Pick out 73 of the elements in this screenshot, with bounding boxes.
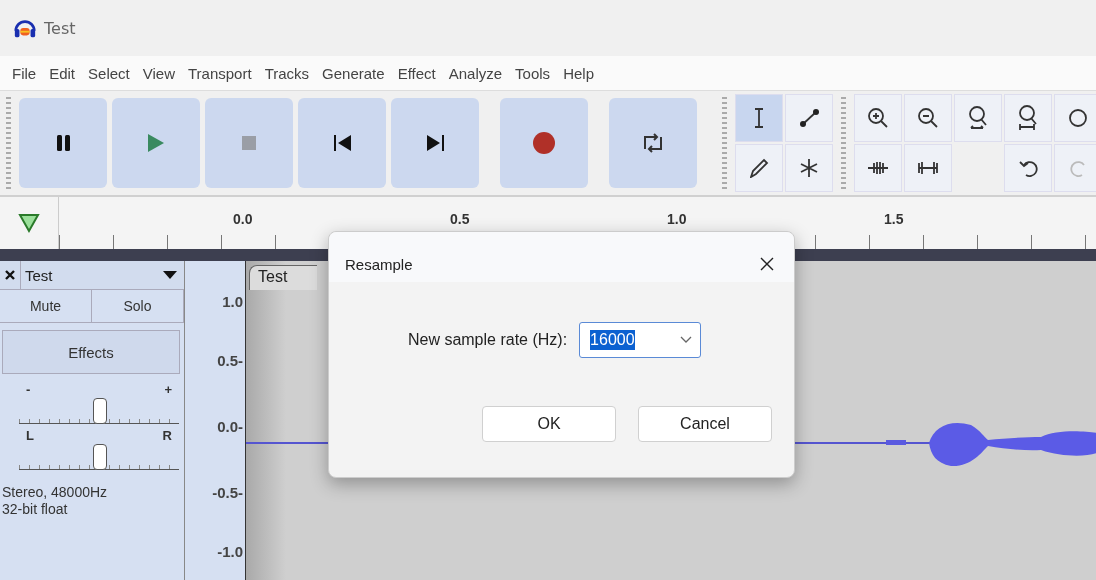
scale-label: 0.5- [217, 351, 244, 371]
cancel-button[interactable]: Cancel [638, 406, 772, 442]
dropdown-icon [162, 270, 178, 280]
i-beam-icon [754, 108, 764, 128]
tool-button[interactable] [854, 94, 902, 142]
pencil-icon [749, 158, 769, 178]
menu-item[interactable]: Help [563, 64, 594, 82]
tool-button[interactable] [785, 94, 833, 142]
fit-project-icon [1019, 105, 1037, 131]
scale-label: 0.0- [217, 418, 244, 438]
tool-button[interactable] [735, 94, 783, 142]
trim-icon [867, 161, 889, 175]
menu-item[interactable]: Tracks [264, 64, 310, 82]
redo-icon [1070, 159, 1086, 177]
ok-button[interactable]: OK [482, 406, 616, 442]
stop-icon [242, 136, 256, 150]
slider-max-label: R [162, 428, 172, 443]
ruler-label: 0.0 [233, 210, 254, 229]
record-icon [533, 132, 555, 154]
silence-icon [918, 161, 938, 175]
menu-item[interactable]: Analyze [448, 64, 503, 82]
effects-button[interactable]: Effects [2, 330, 180, 374]
ruler-label: 0.5 [450, 210, 471, 229]
track-info: Stereo, 48000Hz [1, 483, 109, 501]
undo-icon [1018, 159, 1038, 177]
menu-item[interactable]: Transport [188, 64, 252, 82]
pause-icon [56, 135, 70, 151]
tool-button[interactable] [1054, 94, 1096, 142]
window-title: Test [44, 18, 76, 38]
tool-button[interactable] [735, 144, 783, 192]
slider-thumb[interactable] [93, 398, 107, 424]
zoom-out-icon [918, 108, 938, 128]
pause-button[interactable] [19, 98, 107, 188]
field-label: New sample rate (Hz): [407, 331, 568, 349]
ruler-label: 1.5 [884, 210, 905, 229]
slider-min-label: L [26, 428, 34, 443]
skip-to-start-icon [333, 135, 351, 151]
menu-item[interactable]: File [12, 64, 37, 82]
clip-name: Test [249, 265, 318, 290]
menu-item[interactable]: Edit [49, 64, 76, 82]
tool-button[interactable] [854, 144, 902, 192]
slider-min-label: - [26, 382, 31, 397]
track-info: 32-bit float [1, 501, 69, 518]
tool-button[interactable] [1004, 94, 1052, 142]
tool-button[interactable] [954, 94, 1002, 142]
tool-button[interactable] [785, 144, 833, 192]
tool-button[interactable] [904, 94, 952, 142]
asterisk-icon [800, 158, 818, 178]
tool-button[interactable] [1004, 144, 1052, 192]
skip-start-button[interactable] [298, 98, 386, 188]
skip-to-end-icon [426, 135, 444, 151]
zoom-toggle-icon [1069, 109, 1087, 127]
menu-item[interactable]: View [142, 64, 175, 82]
zoom-in-icon [868, 108, 888, 128]
chevron-down-icon [680, 336, 693, 344]
ruler-label: 1.0 [667, 210, 688, 229]
envelope-icon [798, 108, 820, 128]
dialog-title: Resample [345, 255, 413, 273]
menu-item[interactable]: Select [88, 64, 130, 82]
tool-button[interactable] [904, 144, 952, 192]
slider-thumb[interactable] [93, 444, 107, 470]
loop-icon [644, 133, 662, 153]
record-button[interactable] [500, 98, 588, 188]
menu-item[interactable]: Tools [515, 64, 551, 82]
play-icon [148, 134, 164, 152]
slider-max-label: + [164, 382, 172, 397]
menu-item[interactable]: Effect [397, 64, 436, 82]
fit-selection-icon [969, 106, 987, 130]
scale-label: -1.0 [217, 543, 244, 563]
menu-item[interactable]: Generate [322, 64, 385, 82]
scale-label: -0.5- [212, 484, 244, 504]
scale-label: 1.0 [222, 293, 244, 312]
sample-rate-combo[interactable]: 16000 [579, 322, 702, 358]
